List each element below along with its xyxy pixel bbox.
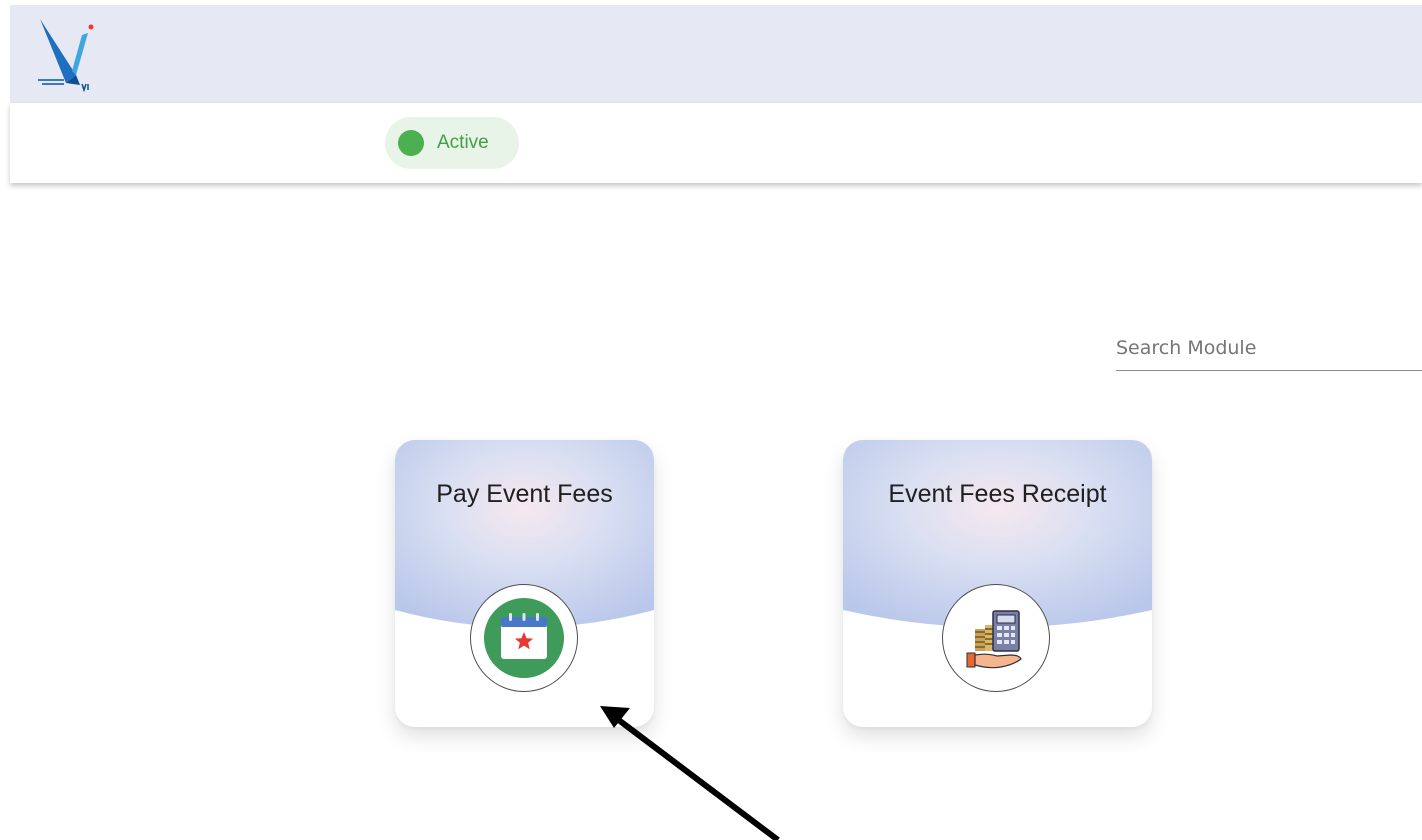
calculator-coins-hand-icon — [966, 610, 1022, 669]
card-title: Event Fees Receipt — [888, 480, 1107, 508]
search-input[interactable] — [1116, 326, 1422, 370]
card-icon-holder — [470, 584, 578, 692]
card-icon-holder — [942, 584, 1050, 692]
logo[interactable] — [36, 13, 98, 95]
module-card-event-fees-receipt[interactable]: Event Fees Receipt — [843, 440, 1152, 727]
page: Active Pay Event Fees — [0, 0, 1422, 840]
status-badge: Active — [385, 117, 519, 169]
top-header — [10, 5, 1422, 103]
status-label: Active — [437, 132, 489, 153]
module-card-pay-event-fees[interactable]: Pay Event Fees — [395, 440, 654, 727]
card-title: Pay Event Fees — [436, 480, 613, 508]
status-dot-icon — [398, 130, 424, 156]
left-edge — [0, 0, 10, 840]
status-bar: Active — [10, 103, 1422, 183]
calendar-star-icon — [484, 598, 564, 678]
search-field — [1116, 326, 1422, 371]
